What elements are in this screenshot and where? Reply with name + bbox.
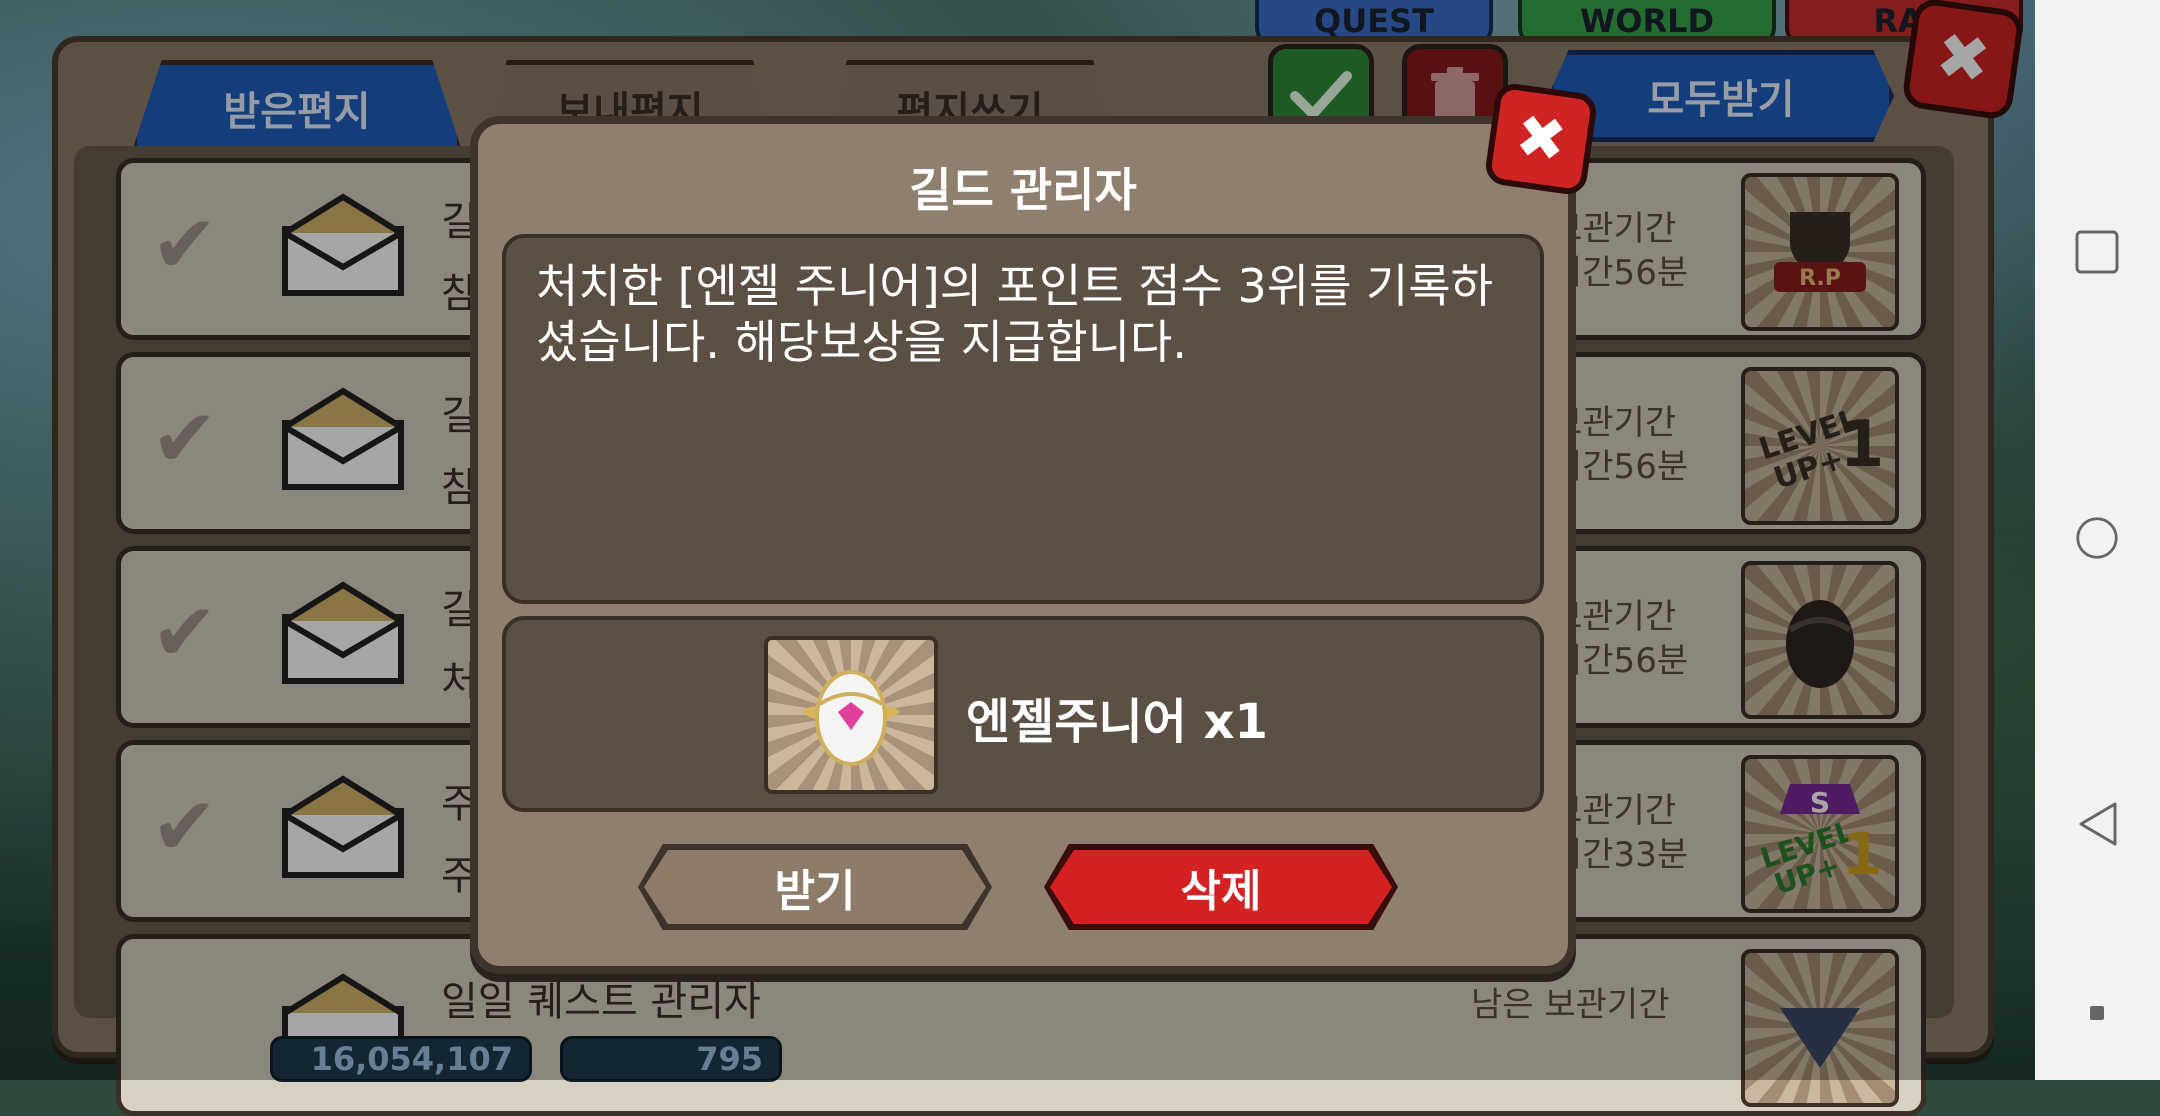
close-dialog-button[interactable]: ✖	[1483, 81, 1599, 197]
back-triangle-icon	[2079, 802, 2117, 846]
circle-icon	[2076, 517, 2118, 559]
receive-button[interactable]: 받기	[638, 844, 992, 930]
dialog-title: 길드 관리자	[909, 163, 1137, 217]
message-text: 처치한 [엔젤 주니어]의 포인트 점수 3위를 기록하셨습니다. 해당보상을 …	[536, 259, 1493, 369]
recent-apps-button[interactable]	[2075, 230, 2119, 274]
back-button[interactable]	[2075, 802, 2119, 846]
nav-indicator	[2090, 1006, 2104, 1020]
message-box: 처치한 [엔젤 주니어]의 포인트 점수 3위를 기록하셨습니다. 해당보상을 …	[502, 234, 1544, 604]
home-button[interactable]	[2075, 516, 2119, 560]
square-icon	[2075, 230, 2119, 274]
receive-button-label: 받기	[774, 866, 856, 917]
delete-button[interactable]: 삭제	[1044, 844, 1398, 930]
angel-egg-icon	[764, 636, 938, 794]
reward-label: 엔젤주니어 x1	[966, 694, 1268, 750]
reward-box: 엔젤주니어 x1	[502, 616, 1544, 812]
close-icon: ✖	[1511, 100, 1571, 178]
mail-detail-dialog: 길드 관리자 처치한 [엔젤 주니어]의 포인트 점수 3위를 기록하셨습니다.…	[470, 81, 1599, 974]
delete-button-label: 삭제	[1180, 866, 1262, 917]
